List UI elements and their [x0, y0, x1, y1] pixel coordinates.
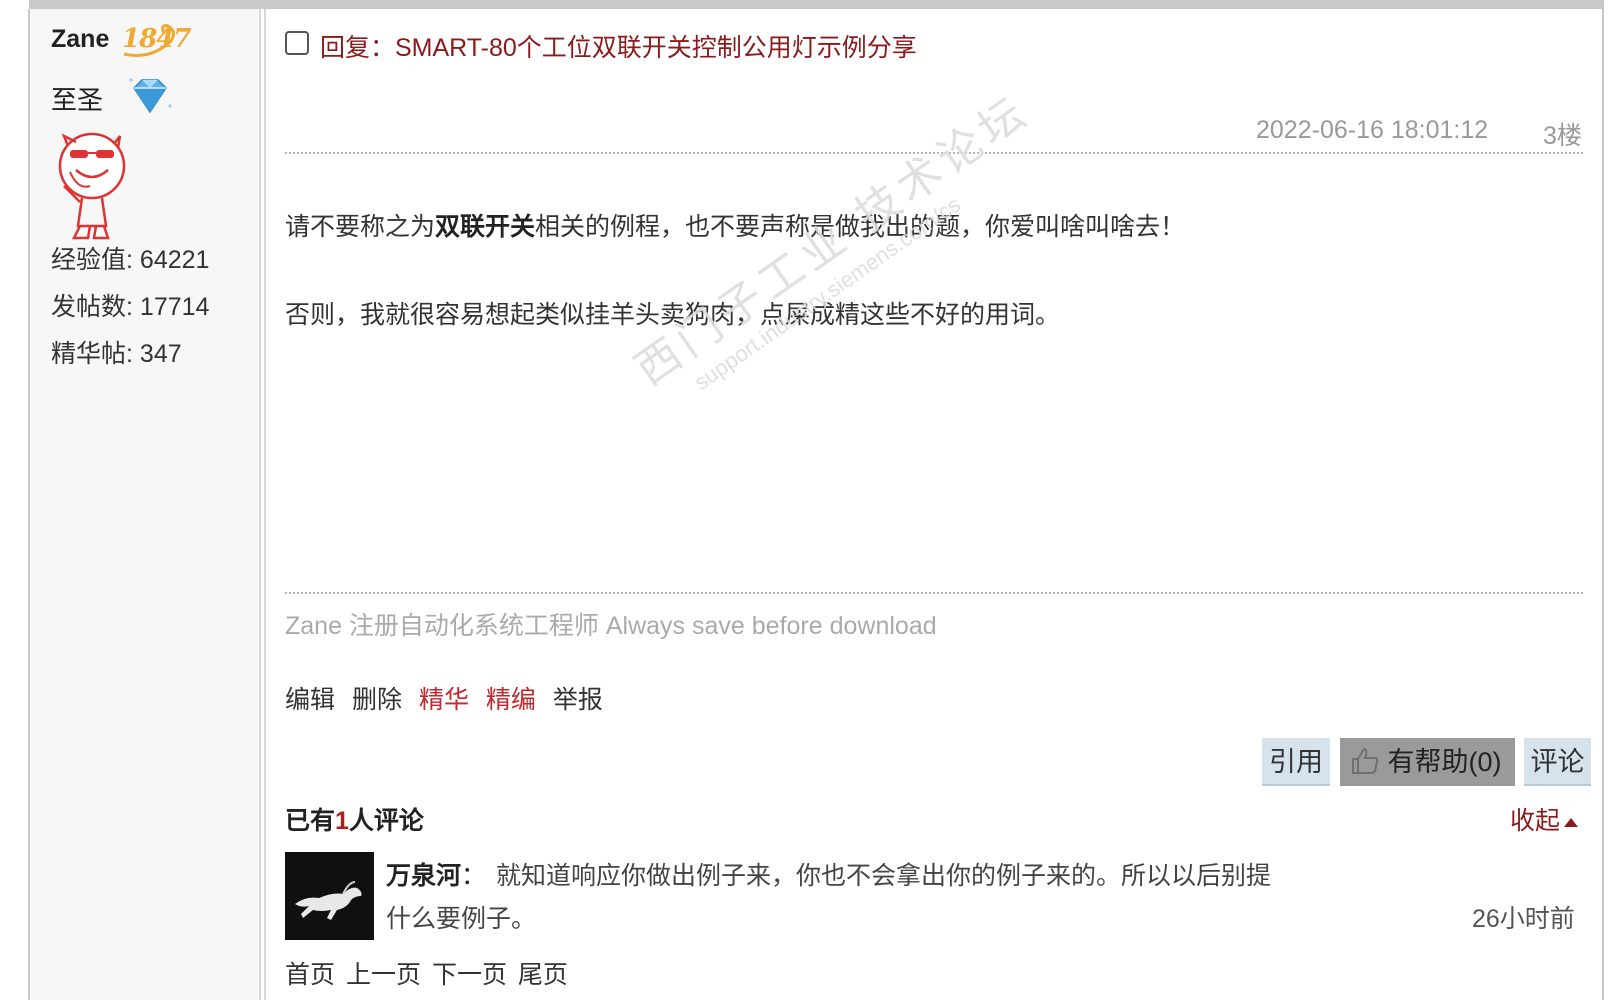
- helpful-button[interactable]: 有帮助(0): [1340, 738, 1515, 786]
- stat-posts: 发帖数: 17714: [51, 293, 210, 321]
- comments-heading: 已有1人评论: [285, 807, 424, 835]
- comment-text-line-2: 什么要例子。: [386, 905, 537, 933]
- pager-prev[interactable]: 上一页: [346, 961, 421, 989]
- user-level-number: 1847: [122, 24, 191, 54]
- quote-button[interactable]: 引用: [1262, 738, 1330, 786]
- user-signature: Zane 注册自动化系统工程师 Always save before downl…: [285, 612, 937, 640]
- top-border: [29, 0, 1604, 9]
- pager-next[interactable]: 下一页: [432, 961, 507, 989]
- user-rank-title: 至圣: [51, 85, 104, 115]
- post-actions: 编辑 删除 精华 精编 举报: [285, 680, 613, 716]
- pager-first[interactable]: 首页: [285, 961, 335, 989]
- diamond-icon: [129, 78, 172, 114]
- username[interactable]: Zane: [51, 25, 109, 54]
- edit-link[interactable]: 编辑: [285, 686, 335, 714]
- comments-pager: 首页 上一页 下一页 尾页: [285, 955, 572, 991]
- post-floor[interactable]: 3楼: [1543, 116, 1582, 152]
- comment-time: 26小时前: [1472, 905, 1575, 933]
- collapse-comments-button[interactable]: 收起: [1510, 801, 1580, 837]
- helpful-label: 有帮助(0): [1387, 747, 1502, 777]
- comment-text-line-1: 就知道响应你做出例子来，你也不会拿出你的例子来的。所以以后别提: [496, 862, 1272, 890]
- delete-link[interactable]: 删除: [352, 686, 402, 714]
- post-timestamp: 2022-06-16 18:01:12: [1256, 116, 1489, 144]
- post-select-checkbox[interactable]: [285, 31, 309, 55]
- comment-button[interactable]: 评论: [1524, 738, 1591, 786]
- report-link[interactable]: 举报: [553, 686, 603, 714]
- comment-avatar[interactable]: [285, 852, 374, 940]
- post-title[interactable]: 回复：SMART-80个工位双联开关控制公用灯示例分享: [320, 28, 917, 64]
- horse-image: [285, 852, 374, 940]
- pager-last[interactable]: 尾页: [518, 961, 568, 989]
- stat-essence-posts: 精华帖: 347: [51, 340, 182, 368]
- stat-experience: 经验值: 64221: [51, 246, 210, 274]
- comment-author[interactable]: 万泉河：: [386, 856, 486, 892]
- triangle-up-icon: [1564, 818, 1579, 827]
- post-paragraph-1: 请不要称之为双联开关相关的例程，也不要声称是做我出的题，你爱叫啥叫啥去！: [285, 213, 1186, 241]
- signature-divider: [285, 592, 1583, 594]
- edit-pick-link[interactable]: 精编: [486, 686, 536, 714]
- post-bold-term: 双联开关: [435, 213, 536, 241]
- essence-link[interactable]: 精华: [419, 686, 469, 714]
- user-avatar[interactable]: [54, 132, 134, 240]
- thumbs-up-icon: [1352, 747, 1379, 774]
- column-divider: [259, 9, 266, 1000]
